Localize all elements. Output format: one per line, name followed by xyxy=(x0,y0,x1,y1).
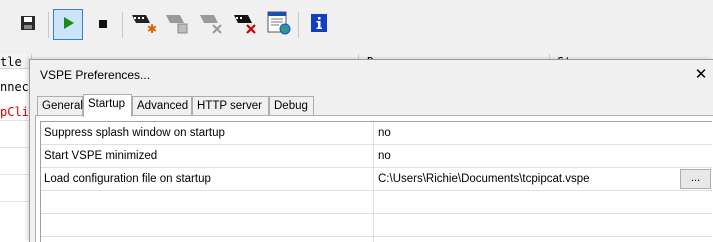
property-row[interactable]: Suppress splash window on startup no xyxy=(41,122,712,145)
start-button[interactable] xyxy=(53,9,83,40)
empty-row xyxy=(41,214,712,237)
startup-panel: Suppress splash window on startup no Sta… xyxy=(35,115,713,242)
tab-advanced[interactable]: Advanced xyxy=(132,96,192,116)
about-button[interactable] xyxy=(304,9,334,40)
device-row-2[interactable]: pClie xyxy=(0,105,29,119)
remove-device-button[interactable] xyxy=(196,9,226,40)
new-device-icon: ✱ xyxy=(130,11,157,38)
empty-row xyxy=(41,191,712,214)
svg-text:✱: ✱ xyxy=(147,22,156,35)
stop-icon xyxy=(98,18,108,32)
tab-startup-label: Startup xyxy=(88,98,126,110)
property-row[interactable]: Start VSPE minimized no xyxy=(41,145,712,168)
dialog-title: VSPE Preferences... xyxy=(40,68,151,82)
stop-button[interactable] xyxy=(88,9,118,40)
close-icon: ✕ xyxy=(694,66,708,83)
settings-icon xyxy=(266,10,292,39)
create-device-button[interactable]: ✱ xyxy=(128,9,158,40)
play-icon xyxy=(61,16,75,33)
property-value[interactable]: no xyxy=(378,127,391,139)
delete-device-icon xyxy=(232,11,258,38)
edit-device-button[interactable] xyxy=(162,9,192,40)
property-row[interactable]: Load configuration file on startup C:\Us… xyxy=(41,168,712,191)
info-icon xyxy=(311,14,327,35)
property-grid: Suppress splash window on startup no Sta… xyxy=(40,121,712,242)
tab-debug-label: Debug xyxy=(274,100,308,112)
edit-device-icon xyxy=(164,11,190,38)
save-icon xyxy=(20,15,36,34)
tab-http-server[interactable]: HTTP server xyxy=(192,96,269,116)
tab-http-server-label: HTTP server xyxy=(197,100,262,112)
device-row-1[interactable]: nnect xyxy=(0,80,29,94)
property-name: Suppress splash window on startup xyxy=(44,127,225,139)
column-header-title[interactable]: tle xyxy=(0,55,22,69)
property-name: Start VSPE minimized xyxy=(44,150,158,162)
tab-general-label: General xyxy=(42,100,83,112)
browse-button[interactable]: ... xyxy=(680,169,711,189)
tab-debug[interactable]: Debug xyxy=(269,96,314,116)
property-value[interactable]: no xyxy=(378,150,391,162)
tab-advanced-label: Advanced xyxy=(137,100,189,112)
close-button[interactable]: ✕ xyxy=(693,66,709,83)
property-name: Load configuration file on startup xyxy=(44,173,211,185)
property-value[interactable]: C:\Users\Richie\Documents\tcpipcat.vspe xyxy=(378,173,590,185)
save-button[interactable] xyxy=(13,9,43,40)
delete-device-button[interactable] xyxy=(230,9,260,40)
preferences-dialog: VSPE Preferences... ✕ General Startup Ad… xyxy=(29,59,713,242)
tab-startup[interactable]: Startup xyxy=(83,94,132,117)
remove-device-icon xyxy=(198,11,224,38)
toolbar: ✱ xyxy=(0,0,713,48)
settings-button[interactable] xyxy=(264,9,294,40)
tab-general[interactable]: General xyxy=(37,96,83,116)
